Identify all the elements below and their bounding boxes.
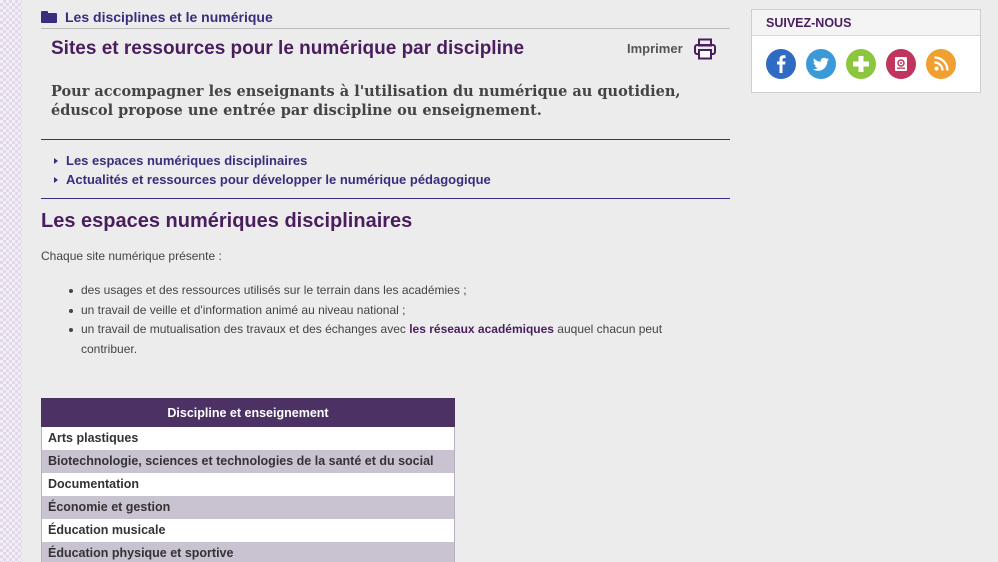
section-intro: Chaque site numérique présente : xyxy=(41,249,222,263)
newsletter-icon[interactable] xyxy=(886,49,916,79)
table-cell[interactable]: Documentation xyxy=(41,472,455,496)
table-row[interactable]: Économie et gestion xyxy=(41,495,455,519)
facebook-icon[interactable] xyxy=(766,49,796,79)
intro-paragraph: Pour accompagner les enseignants à l'uti… xyxy=(51,83,681,119)
list-item: un travail de mutualisation des travaux … xyxy=(69,320,721,359)
toc-item-label[interactable]: Actualités et ressources pour développer… xyxy=(66,170,491,189)
table-cell[interactable]: Éducation musicale xyxy=(41,518,455,542)
decorative-side-strip xyxy=(0,0,22,562)
table-row[interactable]: Documentation xyxy=(41,472,455,496)
print-link[interactable]: Imprimer xyxy=(627,41,683,56)
follow-us-title: SUIVEZ-NOUS xyxy=(752,10,980,36)
table-cell[interactable]: Biotechnologie, sciences et technologies… xyxy=(41,449,455,473)
feature-list: des usages et des ressources utilisés su… xyxy=(69,281,721,359)
breadcrumb: Les disciplines et le numérique xyxy=(41,9,730,29)
printer-icon[interactable] xyxy=(693,37,717,61)
table-cell[interactable]: Arts plastiques xyxy=(41,426,455,450)
table-of-contents: Les espaces numériques disciplinaires Ac… xyxy=(54,151,491,189)
toc-item[interactable]: Les espaces numériques disciplinaires xyxy=(54,151,491,170)
academic-networks-link[interactable]: les réseaux académiques xyxy=(409,322,554,336)
folder-icon xyxy=(41,11,57,23)
page-title: Sites et ressources pour le numérique pa… xyxy=(51,38,525,59)
rss-icon[interactable] xyxy=(926,49,956,79)
table-row[interactable]: Biotechnologie, sciences et technologies… xyxy=(41,449,455,473)
twitter-icon[interactable] xyxy=(806,49,836,79)
list-item: un travail de veille et d'information an… xyxy=(69,301,721,321)
table-row[interactable]: Éducation physique et sportive xyxy=(41,541,455,562)
caret-right-icon xyxy=(54,176,58,183)
follow-us-box: SUIVEZ-NOUS xyxy=(751,9,981,93)
toc-item[interactable]: Actualités et ressources pour développer… xyxy=(54,170,491,189)
list-item-text: un travail de mutualisation des travaux … xyxy=(81,322,410,336)
table-cell[interactable]: Éducation physique et sportive xyxy=(41,541,455,562)
social-links xyxy=(766,49,956,79)
table-cell[interactable]: Économie et gestion xyxy=(41,495,455,519)
table-header: Discipline et enseignement xyxy=(41,398,455,427)
table-row[interactable]: Arts plastiques xyxy=(41,426,455,450)
divider xyxy=(41,139,730,140)
table-row[interactable]: Éducation musicale xyxy=(41,518,455,542)
plus-icon[interactable] xyxy=(846,49,876,79)
list-item: des usages et des ressources utilisés su… xyxy=(69,281,721,301)
disciplines-table: Discipline et enseignement Arts plastiqu… xyxy=(41,398,455,562)
section-title: Les espaces numériques disciplinaires xyxy=(41,210,413,232)
divider xyxy=(41,198,730,199)
toc-item-label[interactable]: Les espaces numériques disciplinaires xyxy=(66,151,307,170)
breadcrumb-link[interactable]: Les disciplines et le numérique xyxy=(65,9,273,25)
caret-right-icon xyxy=(54,157,58,164)
